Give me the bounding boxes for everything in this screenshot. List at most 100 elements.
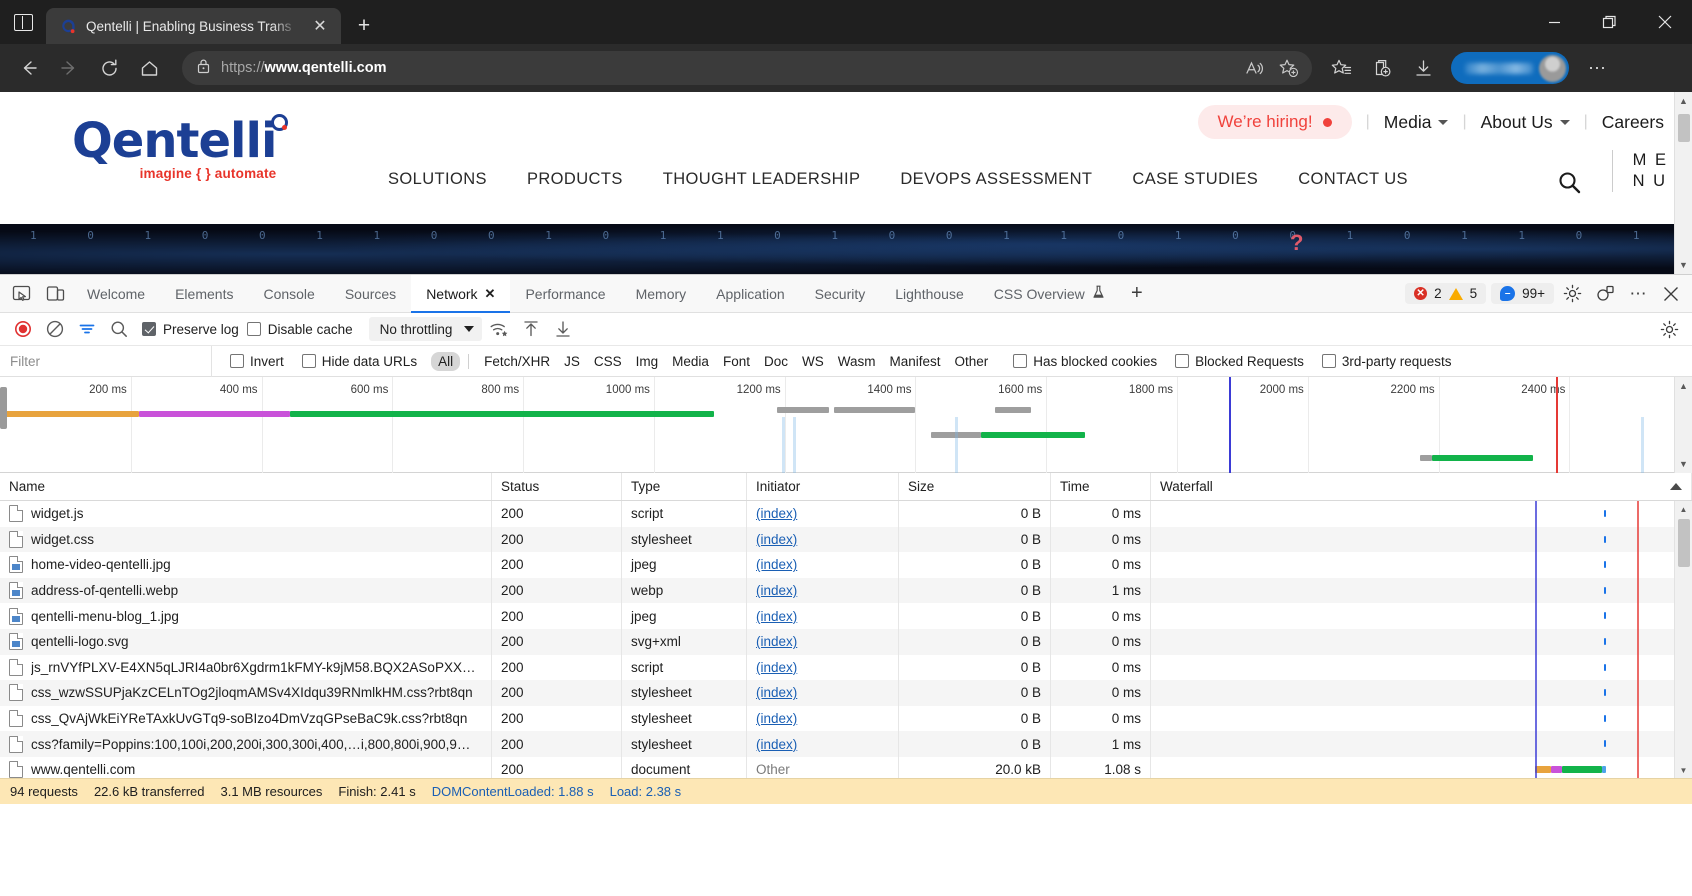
table-row[interactable]: address-of-qentelli.webp 200 webp (index) 0 …: [0, 577, 1692, 604]
nav-case-studies[interactable]: CASE STUDIES: [1132, 170, 1258, 189]
column-header-name[interactable]: Name: [0, 473, 492, 500]
close-tab-icon[interactable]: ✕: [307, 13, 333, 39]
reload-button[interactable]: [90, 51, 128, 85]
overview-scrollbar[interactable]: ▲ ▼: [1674, 377, 1692, 473]
filter-toggle-icon[interactable]: [72, 316, 102, 342]
nav-devops-assessment[interactable]: DEVOPS ASSESSMENT: [900, 170, 1092, 189]
filter-type-fetch-xhr[interactable]: Fetch/XHR: [477, 352, 557, 371]
tab-application[interactable]: Application: [701, 275, 800, 312]
settings-and-more-button[interactable]: ⋯: [1578, 51, 1616, 85]
minimize-button[interactable]: [1527, 0, 1582, 44]
scroll-down-arrow-icon[interactable]: ▼: [1675, 256, 1692, 274]
site-menu-button[interactable]: M E N U: [1611, 150, 1668, 192]
overview-left-handle[interactable]: [0, 387, 7, 429]
third-party-requests-checkbox[interactable]: 3rd-party requests: [1321, 354, 1451, 369]
messages-counter[interactable]: – 99+: [1491, 283, 1554, 304]
clear-button[interactable]: [40, 316, 70, 342]
close-window-button[interactable]: [1637, 0, 1692, 44]
column-header-status[interactable]: Status: [492, 473, 622, 500]
device-toolbar-icon[interactable]: [38, 275, 72, 312]
new-tab-button[interactable]: +: [351, 13, 377, 39]
tab-console[interactable]: Console: [248, 275, 329, 312]
column-header-type[interactable]: Type: [622, 473, 747, 500]
scroll-up-arrow-icon[interactable]: ▲: [1675, 92, 1692, 110]
profile-button[interactable]: [1451, 52, 1569, 84]
cell-initiator[interactable]: (index): [747, 705, 899, 732]
cell-initiator[interactable]: (index): [747, 680, 899, 706]
column-header-initiator[interactable]: Initiator: [747, 473, 899, 500]
add-panel-button[interactable]: +: [1120, 275, 1154, 312]
search-icon[interactable]: [104, 316, 134, 342]
filter-type-other[interactable]: Other: [948, 352, 996, 371]
hide-data-urls-checkbox[interactable]: Hide data URLs: [301, 354, 417, 369]
page-scrollbar[interactable]: ▲ ▼: [1674, 92, 1692, 274]
table-row[interactable]: www.qentelli.com 200 document Other 20.0 kB 1…: [0, 756, 1692, 778]
filter-type-all[interactable]: All: [431, 351, 461, 371]
table-row[interactable]: home-video-qentelli.jpg 200 jpeg (index) 0 B…: [0, 552, 1692, 578]
scroll-down-arrow-icon[interactable]: ▼: [1675, 762, 1692, 778]
tab-welcome[interactable]: Welcome: [72, 275, 160, 312]
tab-memory[interactable]: Memory: [621, 275, 702, 312]
tab-actions-button[interactable]: [0, 0, 46, 44]
cell-initiator[interactable]: (index): [747, 603, 899, 629]
nav-products[interactable]: PRODUCTS: [527, 170, 623, 189]
filter-type-img[interactable]: Img: [629, 352, 666, 371]
favorites-icon[interactable]: [1322, 51, 1360, 85]
collections-icon[interactable]: [1363, 51, 1401, 85]
filter-type-doc[interactable]: Doc: [757, 352, 795, 371]
we-are-hiring-badge[interactable]: We’re hiring!: [1197, 105, 1352, 139]
table-row[interactable]: widget.js 200 script (index) 0 B 0 ms: [0, 501, 1692, 527]
network-overview-timeline[interactable]: 200 ms 400 ms 600 ms 800 ms 1000 ms 1200 ms 14…: [0, 377, 1692, 473]
more-tools-icon[interactable]: ⋯: [1623, 279, 1653, 309]
table-row[interactable]: qentelli-logo.svg 200 svg+xml (index) 0 B 0 m…: [0, 628, 1692, 655]
tab-performance[interactable]: Performance: [510, 275, 620, 312]
add-favorite-icon[interactable]: [1272, 53, 1304, 83]
cell-initiator[interactable]: (index): [747, 552, 899, 578]
scroll-up-arrow-icon[interactable]: ▲: [1675, 377, 1692, 395]
filter-type-wasm[interactable]: Wasm: [831, 352, 883, 371]
issues-counter[interactable]: ✕ 2 5: [1405, 283, 1487, 304]
filter-type-font[interactable]: Font: [716, 352, 757, 371]
site-logo[interactable]: Qentelli imagine { } automate: [72, 114, 289, 181]
read-aloud-icon[interactable]: [1238, 53, 1270, 83]
export-har-icon[interactable]: [548, 316, 578, 342]
home-button[interactable]: [130, 51, 168, 85]
back-button[interactable]: [10, 51, 48, 85]
browser-tab[interactable]: Qentelli | Enabling Business Trans ✕: [46, 8, 341, 44]
throttling-select[interactable]: No throttling: [368, 317, 483, 341]
top-nav-about-us[interactable]: About Us: [1481, 112, 1570, 133]
table-row[interactable]: widget.css 200 stylesheet (index) 0 B 0 ms: [0, 526, 1692, 553]
inspect-element-icon[interactable]: [4, 275, 38, 312]
blocked-requests-checkbox[interactable]: Blocked Requests: [1175, 354, 1304, 369]
preserve-log-checkbox[interactable]: Preserve log: [142, 322, 239, 337]
tab-lighthouse[interactable]: Lighthouse: [880, 275, 979, 312]
table-row[interactable]: css_wzwSSUPjaKzCELnTOg2jloqmAMSv4XIdqu39…: [0, 680, 1692, 706]
cell-initiator[interactable]: (index): [747, 628, 899, 655]
record-button[interactable]: [8, 316, 38, 342]
cell-initiator[interactable]: (index): [747, 526, 899, 553]
close-network-tab-icon[interactable]: ✕: [485, 286, 496, 302]
site-search-icon[interactable]: [1557, 170, 1582, 200]
filter-input[interactable]: Filter: [0, 345, 212, 377]
filter-type-css[interactable]: CSS: [587, 352, 629, 371]
cell-initiator[interactable]: (index): [747, 654, 899, 681]
table-row[interactable]: css_QvAjWkEiYReTAxkUvGTq9-soBIzo4DmVzqGP…: [0, 705, 1692, 732]
request-table-scrollbar[interactable]: ▲ ▼: [1674, 501, 1692, 778]
filter-type-ws[interactable]: WS: [795, 352, 831, 371]
customize-devtools-icon[interactable]: [1590, 279, 1620, 309]
table-row[interactable]: qentelli-menu-blog_1.jpg 200 jpeg (index) 0 …: [0, 603, 1692, 629]
import-har-icon[interactable]: [516, 316, 546, 342]
invert-checkbox[interactable]: Invert: [230, 354, 284, 369]
filter-type-js[interactable]: JS: [557, 352, 587, 371]
column-header-time[interactable]: Time: [1051, 473, 1151, 500]
maximize-button[interactable]: [1582, 0, 1637, 44]
filter-type-media[interactable]: Media: [665, 352, 716, 371]
filter-type-manifest[interactable]: Manifest: [882, 352, 947, 371]
scroll-up-arrow-icon[interactable]: ▲: [1675, 501, 1692, 517]
close-devtools-icon[interactable]: [1656, 279, 1686, 309]
nav-thought-leadership[interactable]: THOUGHT LEADERSHIP: [663, 170, 861, 189]
scrollbar-thumb[interactable]: [1678, 519, 1690, 567]
network-settings-gear-icon[interactable]: [1654, 316, 1684, 342]
column-header-size[interactable]: Size: [899, 473, 1051, 500]
settings-gear-icon[interactable]: [1557, 279, 1587, 309]
